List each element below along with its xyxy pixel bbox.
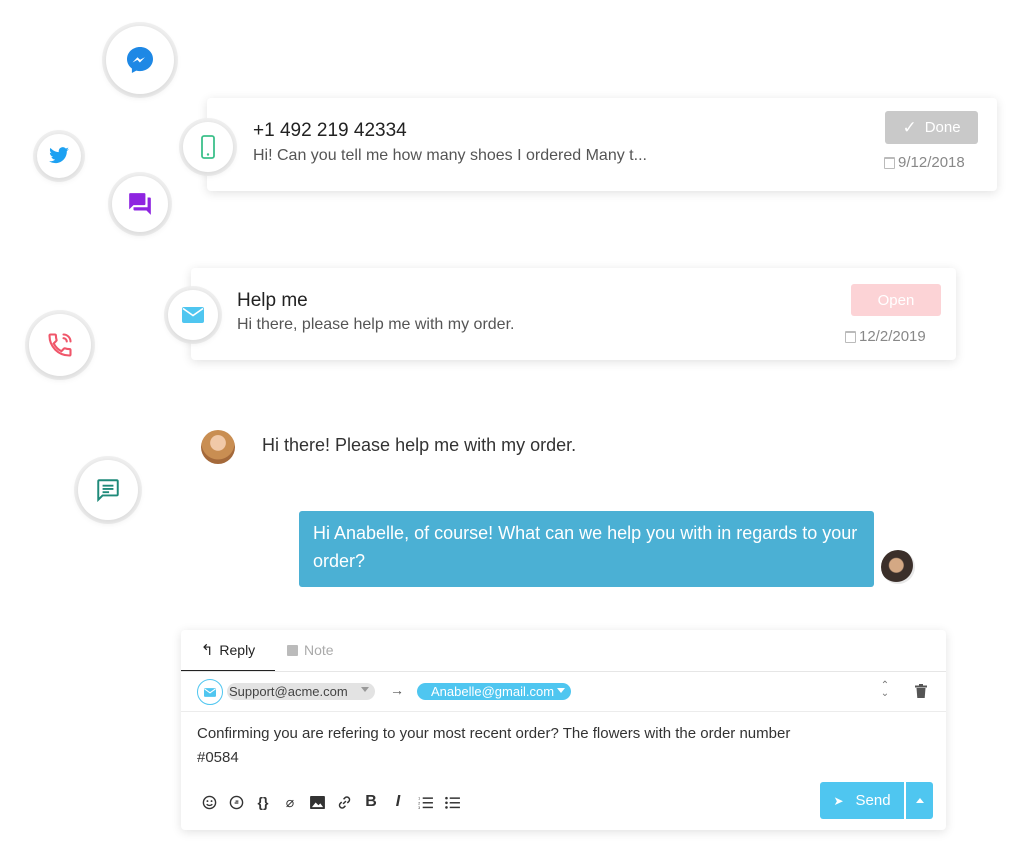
to-address: Anabelle@gmail.com [431,684,555,699]
date-text: 9/12/2018 [898,154,965,171]
sms-channel[interactable] [78,460,138,520]
tab-note-label: Note [304,642,334,658]
svg-text:2: 2 [418,801,420,805]
emoji-icon[interactable] [199,792,219,812]
note-icon [287,644,298,656]
canned-response-icon[interactable] [226,792,246,812]
image-icon[interactable] [307,792,327,812]
conversation-card[interactable]: Help me Hi there, please help me with my… [191,268,956,360]
trash-icon[interactable] [915,684,927,698]
from-address: Support@acme.com [229,684,348,699]
check-icon: ✓ [902,117,917,137]
send-button[interactable]: ➤ Send [820,782,904,819]
send-icon: ➤ [833,793,844,808]
conversation-date: 9/12/2018 [884,154,965,171]
status-label: Open [877,291,915,309]
chat-channel[interactable] [112,176,168,232]
message-icon [97,479,119,503]
send-options-button[interactable] [906,782,933,819]
mobile-icon [201,135,215,159]
reply-body[interactable]: Confirming you are refering to your most… [197,722,817,770]
conversation-preview: Hi! Can you tell me how many shoes I ord… [253,147,647,164]
forum-icon [129,193,151,215]
arrow-right-icon: → [390,682,404,698]
expand-icon[interactable]: ⌃ ⌄ [879,681,891,699]
variables-icon[interactable]: {} [253,792,273,812]
conversation-card[interactable]: +1 492 219 42334 Hi! Can you tell me how… [207,98,997,191]
calendar-icon [845,330,856,343]
chevron-down-icon [361,687,369,692]
email-icon [182,307,204,323]
chevron-up-icon [915,798,924,803]
bold-icon[interactable]: B [361,792,381,812]
from-channel-icon [197,679,223,705]
customer-message: Hi there! Please help me with my order. [262,435,577,455]
phone-icon [48,333,72,357]
messenger-icon [127,47,153,73]
status-badge-open[interactable]: Open [851,284,941,316]
link-icon[interactable] [334,792,354,812]
reply-arrow-icon: ↰ [200,642,214,659]
tab-reply-label: Reply [219,642,256,658]
email-channel-badge [168,290,218,340]
from-select[interactable]: Support@acme.com [227,683,375,700]
conversation-title: Help me [237,290,308,311]
status-badge-done[interactable]: ✓ Done [885,111,978,144]
twitter-channel[interactable] [37,134,81,178]
twitter-icon [49,147,69,164]
tab-reply[interactable]: ↰ Reply [181,630,275,672]
svg-text:3: 3 [418,806,420,809]
calendar-icon [884,156,895,169]
svg-text:1: 1 [418,796,420,800]
chevron-down-icon [557,688,565,693]
tab-note[interactable]: Note [287,630,347,670]
customer-avatar [201,430,235,464]
date-text: 12/2/2019 [859,328,926,345]
conversation-preview: Hi there, please help me with my order. [237,316,515,333]
to-select[interactable]: Anabelle@gmail.com [417,683,571,700]
formatting-toolbar: {} ⌀ B I 123 [199,792,462,812]
conversation-title: +1 492 219 42334 [253,120,407,141]
bullet-list-icon[interactable] [442,792,462,812]
agent-avatar [881,550,915,584]
reply-composer: ↰ Reply Note Support@acme.com → Anabelle… [181,630,946,830]
send-label: Send [855,792,891,809]
divider [181,711,946,712]
conversation-date: 12/2/2019 [845,328,926,345]
ordered-list-icon[interactable]: 123 [415,792,435,812]
status-label: Done [924,119,961,136]
email-icon [204,687,216,697]
mobile-channel-badge [183,122,233,172]
divider [181,671,946,672]
phone-channel[interactable] [29,314,91,376]
italic-icon[interactable]: I [388,792,408,812]
messenger-channel[interactable] [106,26,174,94]
agent-message-bubble: Hi Anabelle, of course! What can we help… [299,511,874,587]
attachment-icon[interactable]: ⌀ [280,792,300,812]
